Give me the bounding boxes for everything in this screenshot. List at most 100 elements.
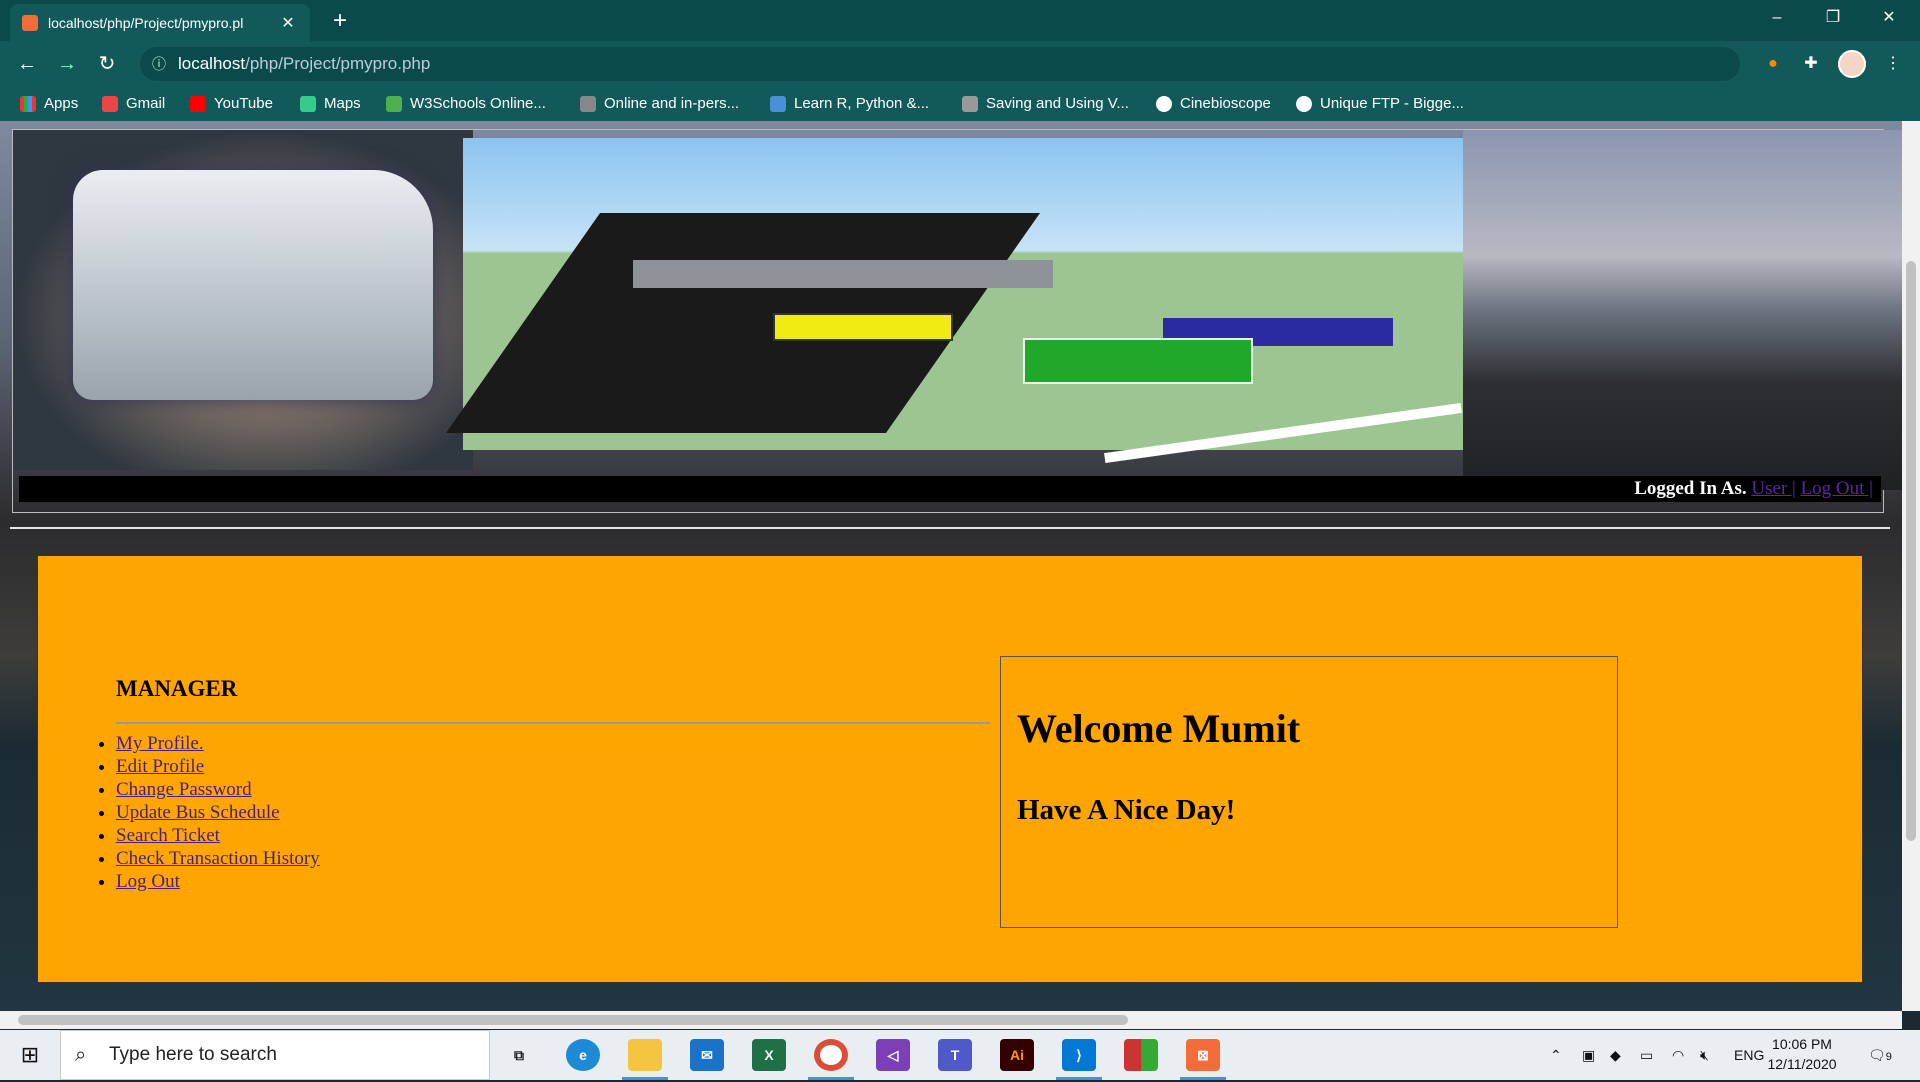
file-explorer-icon[interactable] <box>628 1039 662 1071</box>
clock[interactable]: 10:06 PM 12/11/2020 <box>1752 1034 1852 1074</box>
vscode-icon[interactable]: ⟩ <box>1062 1039 1096 1071</box>
list-item: Check Transaction History <box>116 847 320 870</box>
update-bus-schedule-link[interactable]: Update Bus Schedule <box>116 802 280 823</box>
globe-icon <box>580 96 596 112</box>
bookmark-label: Online and in-pers... <box>604 95 740 112</box>
apps-grid-icon <box>20 96 36 112</box>
forward-icon[interactable]: → <box>52 49 82 79</box>
xampp-icon[interactable]: ⊠ <box>1186 1039 1220 1071</box>
horizontal-scrollbar[interactable] <box>0 1011 1902 1029</box>
vertical-scrollbar[interactable] <box>1902 121 1920 1011</box>
list-item: Edit Profile <box>116 755 320 778</box>
search-placeholder: Type here to search <box>109 1044 277 1065</box>
bookmark-w3schools[interactable]: W3Schools Online... <box>386 87 546 121</box>
new-tab-button[interactable]: + <box>326 7 354 35</box>
logged-in-label: Logged In As. <box>1634 478 1747 499</box>
bookmark-label: Saving and Using V... <box>986 95 1129 112</box>
bus-image <box>73 170 433 400</box>
bookmark-online[interactable]: Online and in-pers... <box>580 87 739 121</box>
welcome-heading: Welcome Mumit <box>1017 706 1301 751</box>
bookmark-label: Gmail <box>126 95 166 112</box>
bookmark-label: Learn R, Python &... <box>794 95 930 112</box>
list-item: My Profile. <box>116 732 320 755</box>
battery-icon[interactable]: ▭ <box>1640 1030 1653 1080</box>
restore-button[interactable]: ❐ <box>1810 0 1856 36</box>
extension-icon[interactable]: ● <box>1760 51 1786 77</box>
taskbar-search[interactable]: ⌕ Type here to search <box>60 1030 490 1080</box>
bus-photo <box>13 130 473 470</box>
illustrator-icon[interactable]: Ai <box>1000 1039 1034 1071</box>
chrome-icon[interactable] <box>814 1039 848 1071</box>
search-icon: ⌕ <box>75 1044 87 1066</box>
page-icon <box>962 96 978 112</box>
minimize-button[interactable]: – <box>1754 0 1800 36</box>
change-password-link[interactable]: Change Password <box>116 779 252 800</box>
tab-title: localhost/php/Project/pmypro.pl <box>48 14 244 31</box>
bookmark-apps[interactable]: Apps <box>20 87 78 121</box>
logout-menu-link[interactable]: Log Out <box>116 871 180 892</box>
page-header: Logged In As. User | Log Out | <box>12 129 1902 513</box>
check-transaction-history-link[interactable]: Check Transaction History <box>116 848 320 869</box>
edge-icon[interactable]: e <box>566 1039 600 1071</box>
browser-tab[interactable]: localhost/php/Project/pmypro.pl ✕ <box>10 4 310 41</box>
volume-muted-icon[interactable]: 🔇︎ <box>1700 1030 1709 1080</box>
bookmark-saving[interactable]: Saving and Using V... <box>962 87 1129 121</box>
shield-icon <box>770 96 786 112</box>
maps-pin-icon <box>300 96 316 112</box>
site-info-icon[interactable]: ⓘ <box>152 47 166 81</box>
notification-count: 9 <box>1885 1051 1892 1063</box>
xampp-favicon-icon <box>22 14 38 31</box>
user-link[interactable]: User | <box>1751 478 1795 499</box>
edit-profile-link[interactable]: Edit Profile <box>116 756 204 777</box>
url-path: /php/Project/pmypro.php <box>245 54 431 73</box>
windows-taskbar: ⊞ ⌕ Type here to search ⧉ e ✉ X ◁ T Ai ⟩… <box>0 1030 1920 1080</box>
my-profile-link[interactable]: My Profile. <box>116 733 204 754</box>
bookmarks-bar: Apps Gmail YouTube Maps W3Schools Online… <box>0 87 1920 121</box>
bookmark-label: Cinebioscope <box>1180 95 1271 112</box>
windows-start-icon[interactable]: ⊞ <box>0 1030 60 1080</box>
teams-icon[interactable]: T <box>938 1039 972 1071</box>
bookmark-maps[interactable]: Maps <box>300 87 361 121</box>
task-view-icon[interactable]: ⧉ <box>502 1039 536 1071</box>
bookmark-gmail[interactable]: Gmail <box>102 87 165 121</box>
back-icon[interactable]: ← <box>12 49 42 79</box>
notifications-icon[interactable]: 🗨︎9 <box>1868 1030 1892 1080</box>
winrar-icon[interactable] <box>1124 1039 1158 1071</box>
wifi-icon[interactable]: ◠ <box>1672 1030 1684 1080</box>
mail-icon[interactable]: ✉ <box>690 1039 724 1071</box>
profile-avatar[interactable] <box>1838 50 1866 78</box>
browser-toolbar: ← → ↻ ⓘ localhost/php/Project/pmypro.php… <box>0 41 1920 87</box>
device-icon[interactable]: ▣ <box>1582 1030 1595 1080</box>
menu-kebab-icon[interactable]: ⋮ <box>1880 51 1906 77</box>
mountain-photo <box>1463 130 1902 490</box>
bookmark-label: W3Schools Online... <box>410 95 546 112</box>
clock-time: 10:06 PM <box>1772 1036 1832 1052</box>
excel-icon[interactable]: X <box>752 1039 786 1071</box>
dashboard-panel: MANAGER My Profile. Edit Profile Change … <box>37 555 1863 983</box>
bookmark-label: Apps <box>44 95 79 112</box>
close-tab-icon[interactable]: ✕ <box>278 13 298 33</box>
page-viewport: Logged In As. User | Log Out | MANAGER M… <box>0 121 1902 1011</box>
w3schools-icon <box>386 96 402 112</box>
bookmark-cinebioscope[interactable]: Cinebioscope <box>1156 87 1271 121</box>
reload-icon[interactable]: ↻ <box>92 49 122 79</box>
horizontal-scroll-thumb[interactable] <box>18 1015 1128 1025</box>
show-hidden-icons[interactable]: ⌃ <box>1550 1030 1562 1080</box>
visual-studio-icon[interactable]: ◁ <box>876 1039 910 1071</box>
bookmark-unique-ftp[interactable]: Unique FTP - Bigge... <box>1296 87 1464 121</box>
url-host: localhost <box>178 54 246 73</box>
manager-menu: My Profile. Edit Profile Change Password… <box>116 732 320 893</box>
address-bar[interactable]: ⓘ localhost/php/Project/pmypro.php ☆ <box>140 47 1868 81</box>
extensions-puzzle-icon[interactable]: ✚ <box>1798 51 1824 77</box>
green-bus <box>1023 338 1253 384</box>
gmail-icon <box>102 96 118 112</box>
search-ticket-link[interactable]: Search Ticket <box>116 825 220 846</box>
close-window-button[interactable]: ✕ <box>1866 0 1912 36</box>
dropbox-icon[interactable]: ◆ <box>1610 1030 1621 1080</box>
bookmark-learn-r[interactable]: Learn R, Python &... <box>770 87 929 121</box>
vertical-scroll-thumb[interactable] <box>1906 261 1916 841</box>
menu-title: MANAGER <box>116 676 238 701</box>
logout-link[interactable]: Log Out | <box>1801 478 1873 499</box>
bookmark-youtube[interactable]: YouTube <box>190 87 273 121</box>
login-status-bar: Logged In As. User | Log Out | <box>19 476 1881 502</box>
